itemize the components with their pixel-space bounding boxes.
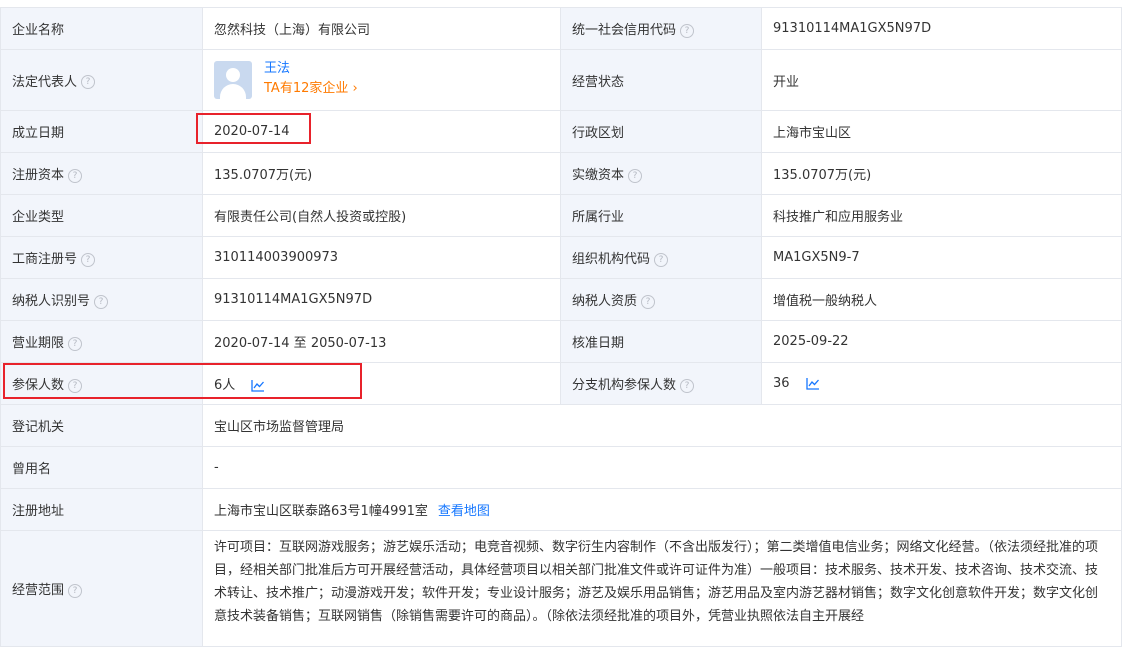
help-icon[interactable]: ? [680, 378, 695, 393]
label-company-type: 企业类型 [0, 194, 203, 237]
avatar[interactable] [214, 61, 252, 99]
table-row: 曾用名 - [0, 446, 1122, 489]
table-row: 登记机关 宝山区市场监督管理局 [0, 404, 1122, 447]
label-branch-insured: 分支机构参保人数? [560, 362, 762, 405]
chevron-right-icon: › [352, 81, 358, 96]
help-icon[interactable]: ? [628, 168, 643, 183]
label-scope: 经营范围? [0, 530, 203, 647]
value-status: 开业 [761, 49, 1122, 111]
value-credit-code: 91310114MA1GX5N97D [761, 7, 1122, 50]
label-founded: 成立日期 [0, 110, 203, 153]
table-row: 企业类型 有限责任公司(自然人投资或控股) 所属行业 科技推广和应用服务业 [0, 194, 1122, 237]
label-reg-number: 工商注册号? [0, 236, 203, 279]
table-row: 营业期限? 2020-07-14 至 2050-07-13 核准日期 2025-… [0, 320, 1122, 363]
table-row: 成立日期 2020-07-14 行政区划 上海市宝山区 [0, 110, 1122, 153]
help-icon[interactable]: ? [81, 75, 96, 89]
help-icon[interactable]: ? [68, 336, 83, 351]
help-icon[interactable]: ? [81, 252, 96, 267]
value-industry: 科技推广和应用服务业 [761, 194, 1122, 237]
label-former-name: 曾用名 [0, 446, 203, 489]
highlight-box-founded [196, 113, 311, 144]
label-region: 行政区划 [560, 110, 762, 153]
value-taxpayer-qual: 增值税一般纳税人 [761, 278, 1122, 321]
label-industry: 所属行业 [560, 194, 762, 237]
label-taxpayer-qual: 纳税人资质? [560, 278, 762, 321]
view-map-link[interactable]: 查看地图 [438, 504, 490, 519]
value-address: 上海市宝山区联泰路63号1幢4991室 查看地图 [202, 488, 1122, 531]
label-company-name: 企业名称 [0, 7, 203, 50]
value-paid-capital: 135.0707万(元) [761, 152, 1122, 195]
help-icon[interactable]: ? [654, 252, 669, 267]
label-taxpayer-id: 纳税人识别号? [0, 278, 203, 321]
value-company-type: 有限责任公司(自然人投资或控股) [202, 194, 561, 237]
label-status: 经营状态 [560, 49, 762, 111]
label-paid-capital: 实缴资本? [560, 152, 762, 195]
company-info-table: 企业名称 忽然科技（上海）有限公司 统一社会信用代码? 91310114MA1G… [0, 7, 1122, 647]
table-row: 注册地址 上海市宝山区联泰路63号1幢4991室 查看地图 [0, 488, 1122, 531]
table-row: 注册资本? 135.0707万(元) 实缴资本? 135.0707万(元) [0, 152, 1122, 195]
value-approval-date: 2025-09-22 [761, 320, 1122, 363]
table-row: 企业名称 忽然科技（上海）有限公司 统一社会信用代码? 91310114MA1G… [0, 7, 1122, 50]
label-approval-date: 核准日期 [560, 320, 762, 363]
help-icon[interactable]: ? [94, 294, 109, 309]
value-region: 上海市宝山区 [761, 110, 1122, 153]
label-reg-capital: 注册资本? [0, 152, 203, 195]
help-icon[interactable]: ? [68, 583, 83, 598]
trend-chart-icon[interactable] [806, 377, 820, 390]
label-authority: 登记机关 [0, 404, 203, 447]
value-branch-insured: 36 [761, 362, 1122, 405]
table-row: 纳税人识别号? 91310114MA1GX5N97D 纳税人资质? 增值税一般纳… [0, 278, 1122, 321]
value-company-name: 忽然科技（上海）有限公司 [202, 7, 561, 50]
label-address: 注册地址 [0, 488, 203, 531]
help-icon[interactable]: ? [680, 23, 695, 38]
legal-rep-name-link[interactable]: 王法 [264, 60, 358, 78]
table-row: 经营范围? 许可项目：互联网游戏服务；游艺娱乐活动；电竞音视频、数字衍生内容制作… [0, 530, 1122, 647]
help-icon[interactable]: ? [641, 294, 656, 309]
value-former-name: - [202, 446, 1122, 489]
value-org-code: MA1GX5N9-7 [761, 236, 1122, 279]
table-row: 法定代表人? 王法 TA有12家企业 › 经营状态 开业 [0, 49, 1122, 111]
value-reg-number: 310114003900973 [202, 236, 561, 279]
highlight-box-insured [3, 363, 362, 399]
label-business-term: 营业期限? [0, 320, 203, 363]
value-taxpayer-id: 91310114MA1GX5N97D [202, 278, 561, 321]
label-credit-code: 统一社会信用代码? [560, 7, 762, 50]
value-scope: 许可项目：互联网游戏服务；游艺娱乐活动；电竞音视频、数字衍生内容制作（不含出版发… [202, 530, 1122, 647]
label-legal-rep: 法定代表人? [0, 49, 203, 111]
table-row: 工商注册号? 310114003900973 组织机构代码? MA1GX5N9-… [0, 236, 1122, 279]
label-org-code: 组织机构代码? [560, 236, 762, 279]
value-legal-rep: 王法 TA有12家企业 › [202, 49, 561, 111]
value-authority: 宝山区市场监督管理局 [202, 404, 1122, 447]
legal-rep-companies-link[interactable]: TA有12家企业 › [264, 78, 358, 100]
value-reg-capital: 135.0707万(元) [202, 152, 561, 195]
help-icon[interactable]: ? [68, 168, 83, 183]
value-business-term: 2020-07-14 至 2050-07-13 [202, 320, 561, 363]
